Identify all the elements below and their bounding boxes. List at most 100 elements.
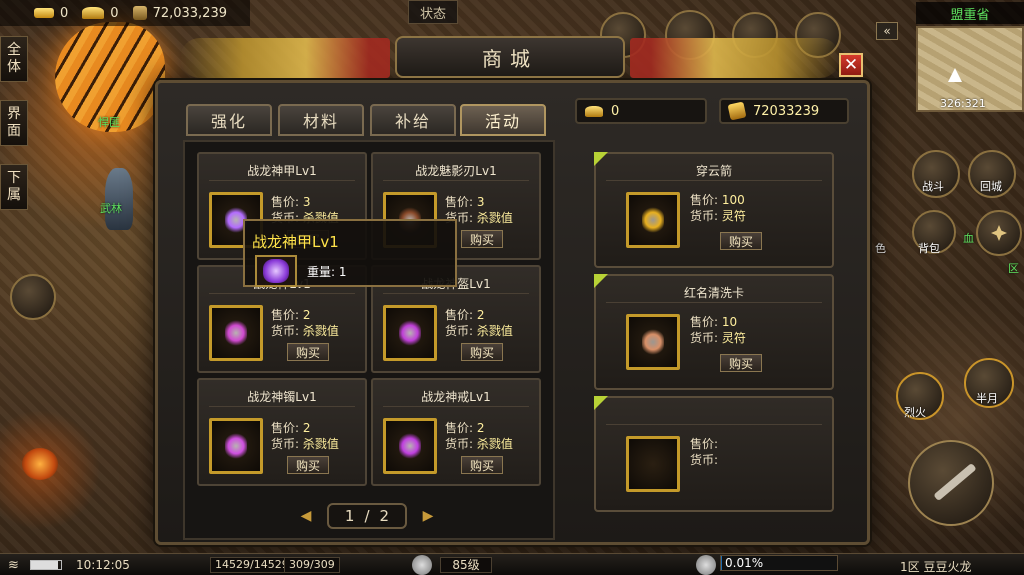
item-slot[interactable] — [209, 418, 263, 474]
top-resource-bar: 0 0 72,033,239 — [0, 0, 250, 26]
featured-item-currency: 灵符 — [721, 331, 746, 345]
tooltip-title: 战龙神甲Lv1 — [252, 233, 339, 251]
featured-item-info: 售价: 货币: — [690, 436, 718, 468]
buy-button[interactable]: 购买 — [461, 343, 503, 361]
item-price: 2 — [476, 421, 485, 435]
exp-percent: 0.01% — [725, 556, 764, 570]
skill-liehuo-label: 烈火 — [904, 406, 926, 419]
divider — [606, 302, 822, 303]
currency-label: 货币: — [445, 437, 474, 451]
currency-label: 货币: — [690, 331, 719, 345]
buy-button[interactable]: 购买 — [287, 343, 329, 361]
item-price: 2 — [302, 308, 311, 322]
buy-button[interactable]: 购买 — [287, 456, 329, 474]
divider — [209, 406, 355, 407]
featured-item-card[interactable]: 穿云箭 售价: 100 货币: 灵符 购买 — [594, 152, 834, 268]
price-label: 售价: — [690, 315, 719, 329]
gold-icon — [132, 6, 147, 20]
divider — [383, 180, 529, 181]
item-slot[interactable] — [383, 418, 437, 474]
next-page-icon[interactable]: ▶ — [421, 508, 435, 524]
tooltip-weight: 重量: 1 — [307, 265, 347, 279]
divider — [606, 180, 822, 181]
featured-item-card[interactable]: 红名清洗卡 售价: 10 货币: 灵符 购买 — [594, 274, 834, 390]
clock-time: 10:12:05 — [76, 558, 130, 572]
talisman-icon — [727, 101, 747, 121]
shop-item-card[interactable]: 战龙神镯Lv1 售价: 2 货币: 杀戮值 购买 — [197, 378, 367, 486]
prev-page-icon[interactable]: ◀ — [299, 508, 313, 524]
corner-badge-icon — [594, 396, 608, 410]
featured-item-slot[interactable] — [626, 192, 680, 248]
item-slot[interactable] — [383, 305, 437, 361]
dragon-ornament-right — [630, 38, 840, 78]
item-price: 3 — [476, 195, 485, 209]
side-button-all[interactable]: 全体 — [0, 36, 28, 82]
featured-item-card[interactable]: 售价: 货币: — [594, 396, 834, 512]
featured-item-slot[interactable] — [626, 436, 680, 492]
side-button-interface[interactable]: 界面 — [0, 100, 28, 146]
main-attack-button[interactable] — [908, 440, 994, 526]
skill-banyue-label: 半月 — [976, 392, 998, 405]
item-icon — [225, 433, 247, 459]
divider — [383, 406, 529, 407]
item-icon — [399, 320, 421, 346]
fire-brazier-icon — [22, 448, 58, 480]
side-button-interface-label: 界面 — [7, 106, 21, 139]
buy-button[interactable]: 购买 — [720, 232, 762, 250]
featured-item-name: 红名清洗卡 — [683, 286, 744, 300]
item-price: 2 — [476, 308, 485, 322]
item-currency: 杀戮值 — [476, 324, 513, 338]
shop-item-card[interactable]: 战龙神戒Lv1 售价: 2 货币: 杀戮值 购买 — [371, 378, 541, 486]
item-icon — [399, 433, 421, 459]
pet-skill-button[interactable] — [10, 274, 56, 320]
player-level: 85级 — [440, 557, 492, 573]
npc-label-1: 悍匪 — [98, 116, 120, 129]
sword-icon — [933, 462, 977, 502]
item-info: 售价: 2 货币: 杀戮值 — [271, 420, 339, 452]
ingot-icon — [82, 7, 105, 19]
buy-button[interactable]: 购买 — [461, 456, 503, 474]
tooltip-item-slot — [255, 255, 297, 287]
tab-enhance[interactable]: 强化 — [186, 104, 272, 136]
item-tooltip: 战龙神甲Lv1 重量: 1 — [243, 219, 457, 287]
featured-item-icon — [642, 207, 664, 233]
hp-value: 14529/14529 — [210, 557, 294, 573]
price-label: 售价: — [271, 195, 300, 209]
tab-materials[interactable]: 材料 — [278, 104, 364, 136]
featured-item-price: 10 — [721, 315, 738, 329]
page-separator: / — [364, 507, 370, 525]
side-button-subordinates[interactable]: 下属 — [0, 164, 28, 210]
player-position-icon — [948, 68, 962, 82]
ingot-balance: 0 — [611, 103, 620, 119]
featured-item-slot[interactable] — [626, 314, 680, 370]
item-currency: 杀戮值 — [302, 324, 339, 338]
player-character-sprite[interactable] — [105, 168, 133, 230]
dpad-button[interactable] — [976, 210, 1022, 256]
tab-events[interactable]: 活动 — [460, 104, 546, 136]
return-city-label: 回城 — [980, 180, 1002, 193]
currency-label: 货币: — [690, 453, 719, 467]
divider — [209, 293, 355, 294]
token-balance: 72033239 — [753, 103, 820, 119]
item-currency: 杀戮值 — [302, 437, 339, 451]
featured-item-price: 100 — [721, 193, 745, 207]
currency-label: 货币: — [271, 437, 300, 451]
status-tab[interactable]: 状态 — [408, 0, 458, 24]
featured-item-icon — [642, 329, 664, 355]
price-label: 售价: — [445, 195, 474, 209]
tab-supplies[interactable]: 补给 — [370, 104, 456, 136]
dragon-ornament-left — [180, 38, 390, 78]
shop-title: 商城 — [395, 36, 625, 78]
close-button[interactable]: ✕ — [839, 53, 863, 77]
collapse-top-icons-button[interactable]: « — [876, 22, 898, 40]
divider — [606, 424, 822, 425]
buy-button[interactable]: 购买 — [720, 354, 762, 372]
gold-count: 72,033,239 — [152, 5, 227, 21]
item-slot[interactable] — [209, 305, 263, 361]
divider — [209, 180, 355, 181]
price-label: 售价: — [271, 308, 300, 322]
currency-label: 货币: — [690, 209, 719, 223]
buy-button[interactable]: 购买 — [461, 230, 503, 248]
item-name: 战龙魅影刃Lv1 — [415, 164, 497, 178]
item-price: 2 — [302, 421, 311, 435]
